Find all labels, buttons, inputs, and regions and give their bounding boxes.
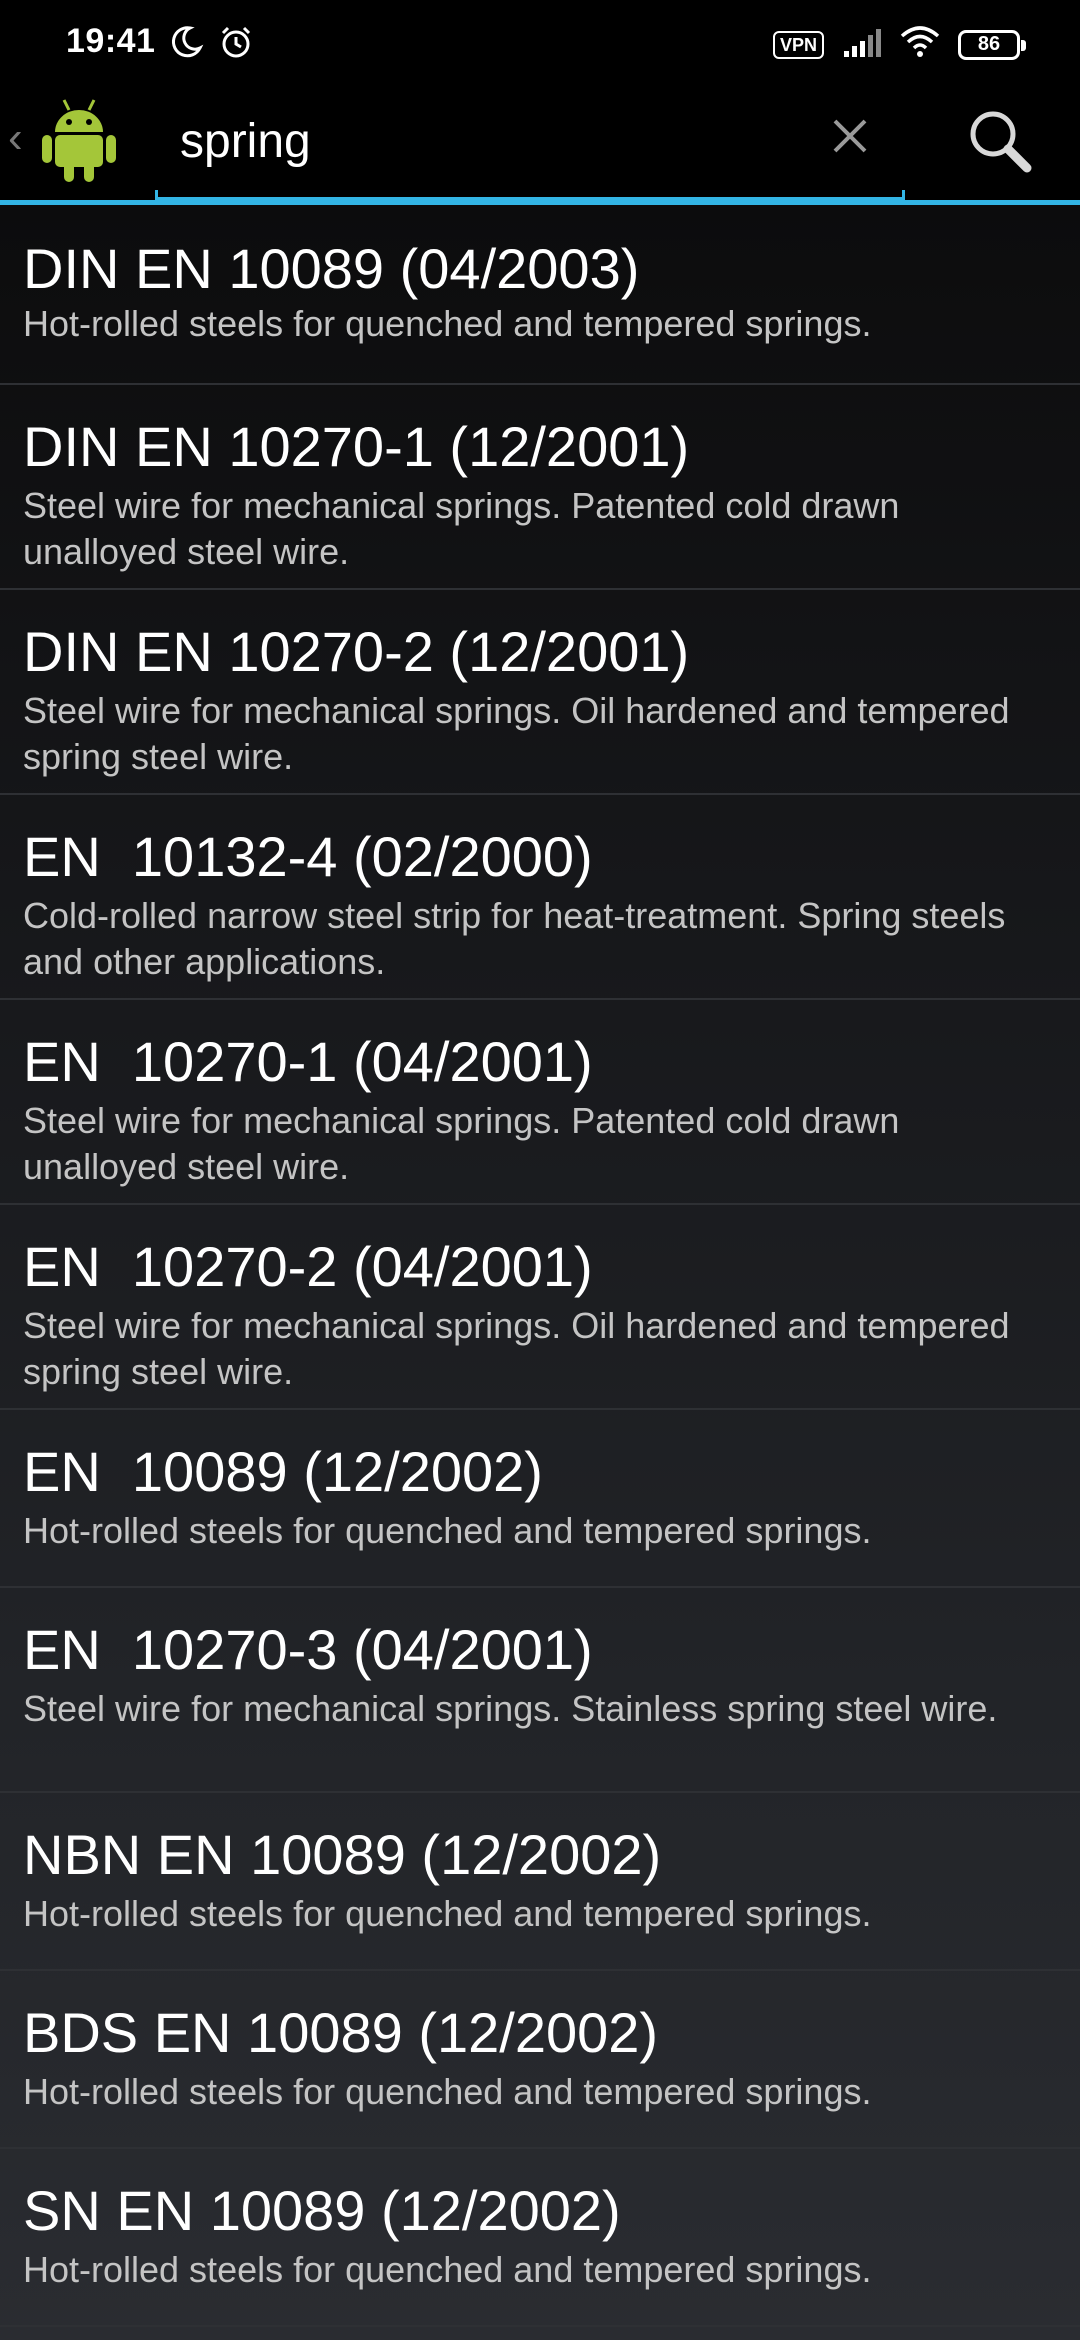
list-item[interactable]: DIN EN 10270-1 (12/2001) Steel wire for … (0, 385, 1080, 590)
item-title: BDS EN 10089 (12/2002) (23, 2001, 659, 2064)
status-time: 19:41 (66, 22, 156, 60)
moon-icon (168, 24, 204, 65)
results-list[interactable]: DIN EN 10089 (04/2003) Hot-rolled steels… (0, 205, 1080, 2340)
list-item[interactable]: EN 10270-3 (04/2001) Steel wire for mech… (0, 1588, 1080, 1793)
item-description: Steel wire for mechanical springs. Stain… (23, 1688, 998, 1729)
list-item[interactable]: DIN EN 10089 (04/2003) Hot-rolled steels… (0, 205, 1080, 385)
search-icon[interactable] (965, 106, 1035, 176)
list-item[interactable]: EN 10089 (12/2002) Hot-rolled steels for… (0, 1410, 1080, 1588)
item-title: EN 10270-1 (04/2001) (23, 1030, 593, 1093)
list-item[interactable]: EN 10132-4 (02/2000) Cold-rolled narrow … (0, 795, 1080, 1000)
item-title: EN 10132-4 (02/2000) (23, 825, 593, 888)
up-caret-icon[interactable]: ‹ (8, 116, 23, 160)
item-description: Steel wire for mechanical springs. Paten… (23, 1100, 900, 1187)
search-field[interactable]: spring (155, 76, 905, 200)
item-description: Hot-rolled steels for quenched and tempe… (23, 1510, 872, 1551)
list-item[interactable]: EN 10270-2 (04/2001) Steel wire for mech… (0, 1205, 1080, 1410)
list-item[interactable]: DIN EN 10270-2 (12/2001) Steel wire for … (0, 590, 1080, 795)
action-bar: ‹ spring (0, 76, 1080, 204)
item-description: Hot-rolled steels for quenched and tempe… (23, 1893, 872, 1934)
item-description: Hot-rolled steels for quenched and tempe… (23, 2249, 872, 2290)
item-description: Cold-rolled narrow steel strip for heat-… (23, 895, 1006, 982)
status-bar: 19:41 VPN 86 (0, 0, 1080, 76)
alarm-icon (218, 24, 254, 65)
item-title: SN EN 10089 (12/2002) (23, 2179, 621, 2242)
status-right-icons: VPN 86 (772, 26, 1026, 63)
item-description: Hot-rolled steels for quenched and tempe… (23, 2071, 872, 2112)
wifi-icon (900, 26, 940, 63)
item-title: DIN EN 10270-2 (12/2001) (23, 620, 690, 683)
close-icon[interactable] (820, 106, 880, 166)
battery-icon: 86 (958, 29, 1026, 60)
list-item[interactable]: EN 10270-1 (04/2001) Steel wire for mech… (0, 1000, 1080, 1205)
item-title: NBN EN 10089 (12/2002) (23, 1823, 662, 1886)
list-item[interactable]: SN EN 10089 (12/2002) Hot-rolled steels … (0, 2149, 1080, 2327)
list-item[interactable]: NBN EN 10089 (12/2002) Hot-rolled steels… (0, 1793, 1080, 1971)
search-input[interactable]: spring (180, 114, 311, 169)
status-left-icons (168, 24, 254, 65)
item-title: DIN EN 10270-1 (12/2001) (23, 415, 690, 478)
vpn-icon: VPN (772, 30, 824, 59)
item-description: Steel wire for mechanical springs. Oil h… (23, 690, 1010, 777)
signal-icon (842, 27, 882, 62)
item-description: Steel wire for mechanical springs. Paten… (23, 485, 900, 572)
item-description: Hot-rolled steels for quenched and tempe… (23, 303, 872, 344)
item-description: Steel wire for mechanical springs. Oil h… (23, 1305, 1010, 1392)
item-title: EN 10089 (12/2002) (23, 1440, 543, 1503)
item-title: DIN EN 10089 (04/2003) (23, 237, 640, 300)
list-item[interactable]: BDS EN 10089 (12/2002) Hot-rolled steels… (0, 1971, 1080, 2149)
item-title: EN 10270-2 (04/2001) (23, 1235, 593, 1298)
item-title: EN 10270-3 (04/2001) (23, 1618, 593, 1681)
android-robot-icon[interactable] (40, 96, 118, 184)
